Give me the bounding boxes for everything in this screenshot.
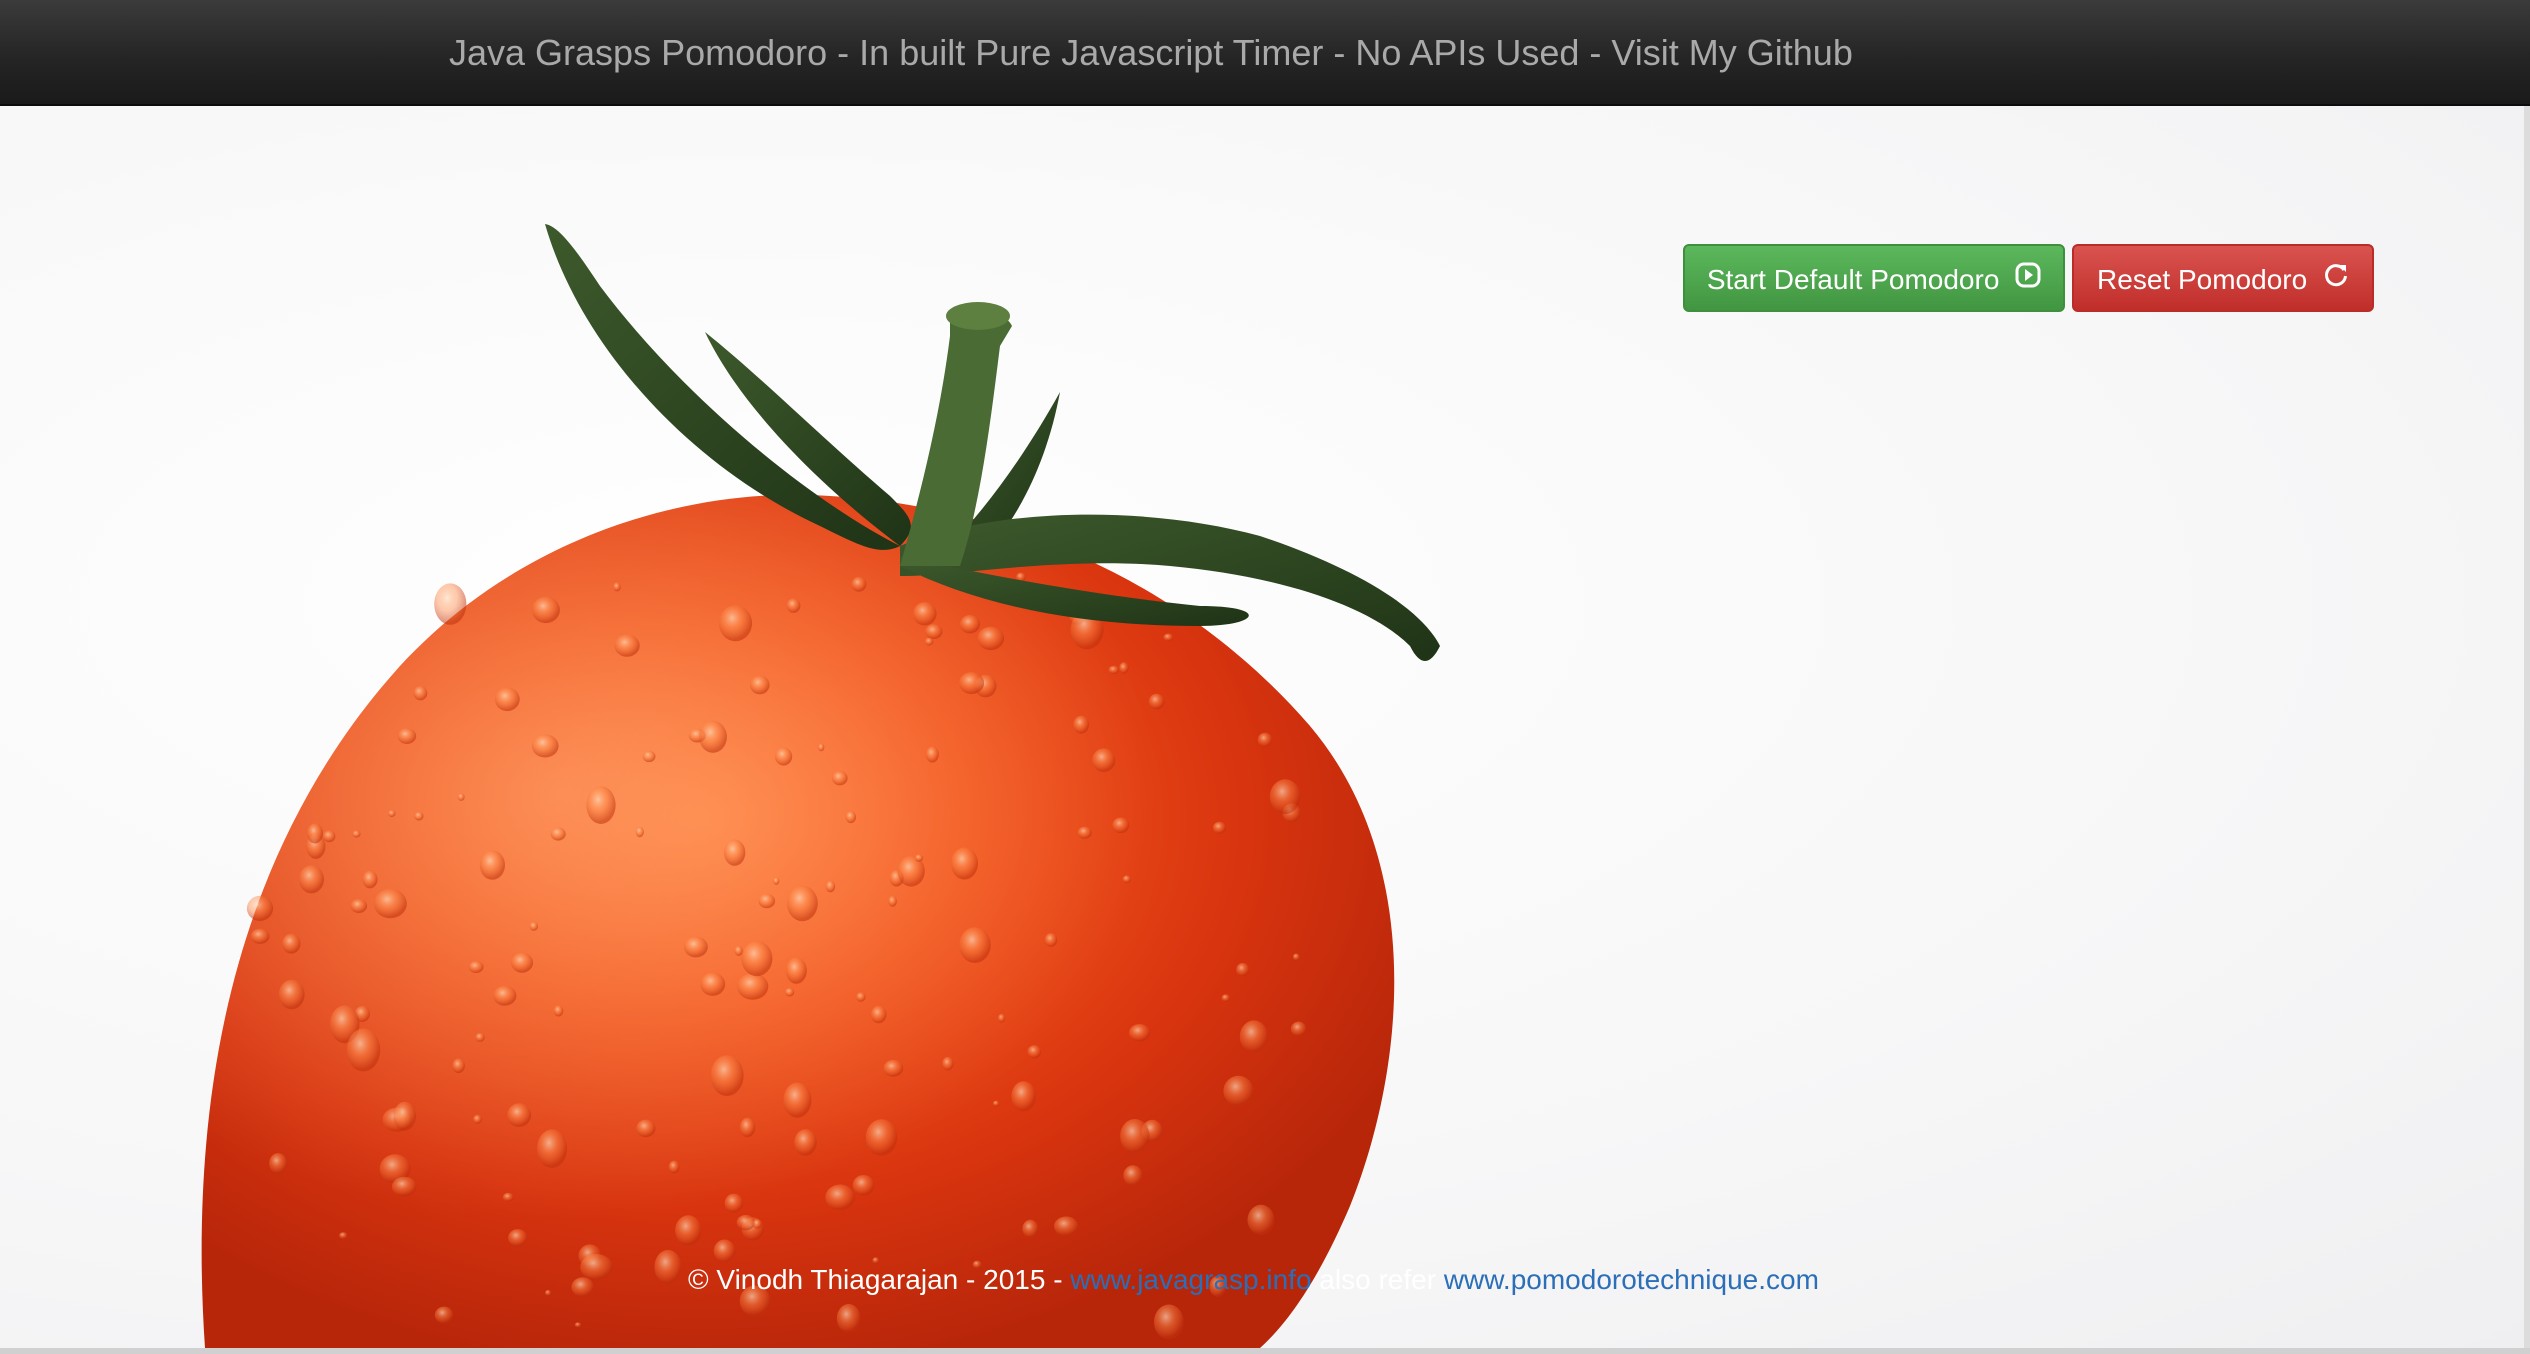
navbar: Java Grasps Pomodoro - In built Pure Jav… xyxy=(0,0,2530,106)
start-button-label: Start Default Pomodoro xyxy=(1706,264,2000,295)
navbar-brand-link[interactable]: Java Grasps Pomodoro - In built Pure Jav… xyxy=(449,0,1853,106)
refresh-icon xyxy=(2323,245,2349,313)
reset-pomodoro-button[interactable]: Reset Pomodoro xyxy=(2072,244,2374,312)
page: Java Grasps Pomodoro - In built Pure Jav… xyxy=(0,0,2530,1354)
footer-copyright: © Vinodh Thiagarajan - 2015 - xyxy=(688,1264,1071,1295)
footer-link-javagrasp[interactable]: www.javagrasp.info xyxy=(1070,1264,1311,1295)
bottom-edge xyxy=(0,1348,2530,1354)
footer-link-pomodorotechnique[interactable]: www.pomodorotechnique.com xyxy=(1444,1264,1819,1295)
start-default-pomodoro-button[interactable]: Start Default Pomodoro xyxy=(1683,244,2065,312)
footer-text: © Vinodh Thiagarajan - 2015 - www.javagr… xyxy=(688,1264,1819,1296)
footer-also-refer: also refer xyxy=(1311,1264,1444,1295)
reset-button-label: Reset Pomodoro xyxy=(2097,264,2308,295)
play-circle-icon xyxy=(2015,245,2041,313)
page-scrollbar[interactable] xyxy=(2524,106,2530,1348)
